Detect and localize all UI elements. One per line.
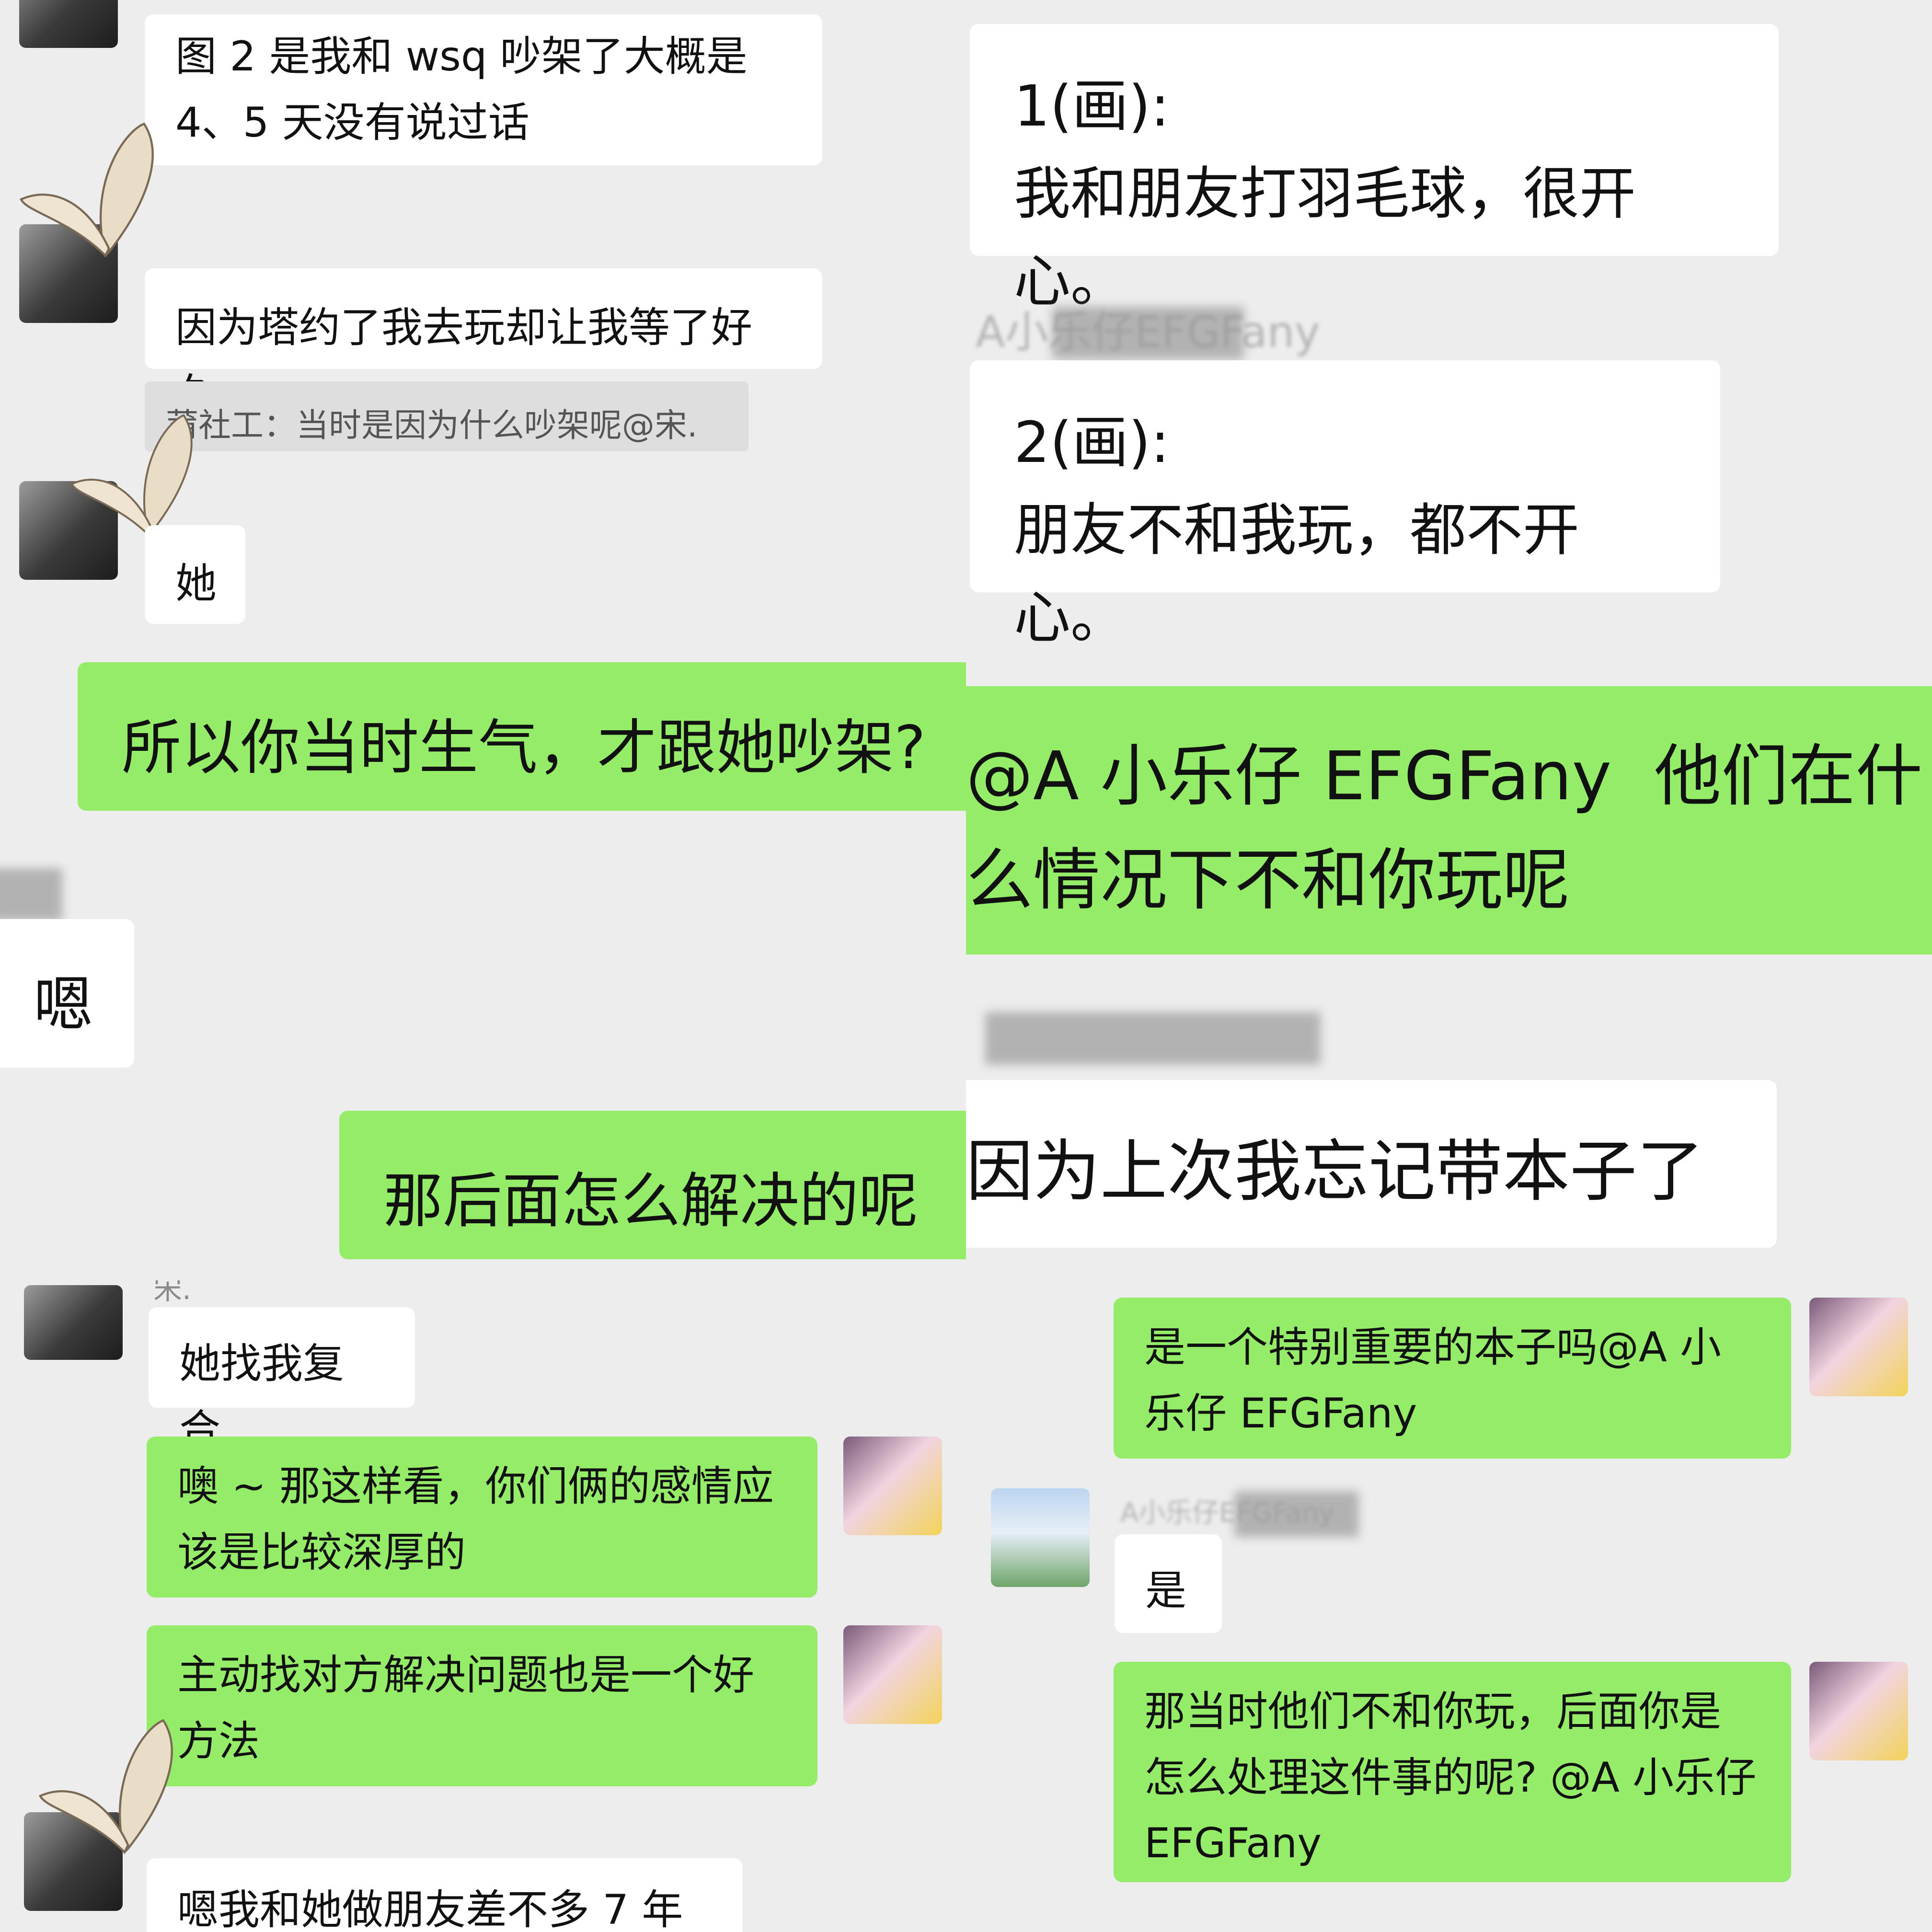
- avatar[interactable]: [19, 0, 118, 48]
- butterfly-icon: [14, 115, 196, 273]
- quoted-message[interactable]: 莆社工：当时是因为什么吵架呢@宋.: [145, 381, 748, 451]
- message-bubble[interactable]: 是: [1115, 1534, 1222, 1633]
- message-bubble[interactable]: 她: [145, 525, 245, 624]
- message-bubble[interactable]: 2(画): 朋友不和我玩，都不开心。: [970, 360, 1720, 651]
- avatar[interactable]: [1809, 1662, 1908, 1760]
- sender-name: 宋.: [153, 1280, 192, 1306]
- message-bubble[interactable]: 嗯: [0, 919, 134, 1068]
- message-bubble[interactable]: 噢 ~ 那这样看，你们俩的感情应该是比较深厚的: [147, 1437, 817, 1598]
- panel-middle-right: @A 小乐仔 EFGFany 他们在什么情况下不和你玩呢 因为上次我忘记带本子了: [966, 657, 1932, 1280]
- message-bubble[interactable]: 图 2 是我和 wsq 吵架了大概是 4、5 天没有说过话: [145, 14, 822, 166]
- butterfly-icon: [34, 1712, 216, 1870]
- message-bubble[interactable]: 因为塔约了我去玩却让我等了好久: [145, 268, 822, 418]
- message-bubble[interactable]: 所以你当时生气，才跟她吵架?: [78, 662, 966, 811]
- panel-middle-left: 所以你当时生气，才跟她吵架? 嗯 那后面怎么解决的呢: [0, 657, 966, 1280]
- message-bubble[interactable]: @A 小乐仔 EFGFany 他们在什么情况下不和你玩呢: [966, 686, 1932, 954]
- avatar[interactable]: [843, 1625, 942, 1724]
- message-bubble[interactable]: 是一个特别重要的本子吗@A 小乐仔 EFGFany: [1114, 1298, 1791, 1459]
- avatar[interactable]: [24, 1285, 123, 1360]
- message-bubble[interactable]: 她找我复合: [149, 1307, 415, 1454]
- panel-bottom-left: 宋. 她找我复合 噢 ~ 那这样看，你们俩的感情应该是比较深厚的 主动找对方解决…: [0, 1280, 966, 1932]
- avatar[interactable]: [0, 868, 62, 921]
- panel-bottom-right: 是一个特别重要的本子吗@A 小乐仔 EFGFany A小乐仔EFGFany 是 …: [966, 1280, 1932, 1932]
- name-redaction: [985, 1012, 1321, 1065]
- message-bubble[interactable]: 1(画): 我和朋友打羽毛球，很开心。: [970, 24, 1779, 314]
- panel-top-left: 图 2 是我和 wsq 吵架了大概是 4、5 天没有说过话 因为塔约了我去玩却让…: [0, 0, 966, 657]
- message-bubble[interactable]: 那后面怎么解决的呢: [339, 1111, 966, 1259]
- message-bubble[interactable]: 嗯我和她做朋友差不多 7 年了: [147, 1858, 743, 1932]
- message-bubble[interactable]: 因为上次我忘记带本子了: [966, 1080, 1777, 1248]
- name-redaction: [1234, 1491, 1359, 1537]
- avatar[interactable]: [843, 1437, 942, 1535]
- message-bubble[interactable]: 那当时他们不和你玩，后面你是怎么处理这件事的呢? @A 小乐仔 EFGFany: [1114, 1662, 1791, 1882]
- avatar[interactable]: [991, 1488, 1090, 1587]
- avatar[interactable]: [1809, 1298, 1908, 1396]
- message-bubble[interactable]: 主动找对方解决问题也是一个好方法: [147, 1625, 817, 1786]
- panel-top-right: 1(画): 我和朋友打羽毛球，很开心。 A小乐仔EFGFany 2(画): 朋友…: [966, 0, 1932, 657]
- name-redaction: [1052, 307, 1244, 359]
